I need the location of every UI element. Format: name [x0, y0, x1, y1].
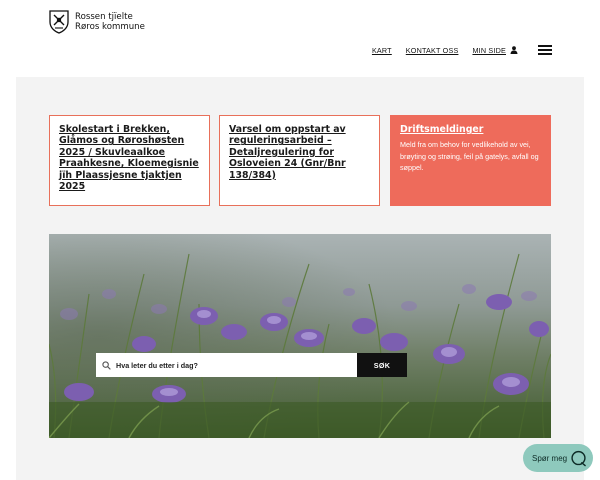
- search-button[interactable]: SØK: [357, 353, 407, 377]
- crest-icon: [49, 10, 69, 34]
- hero-image: [49, 234, 551, 438]
- logo-text: Rossen tjïelte Røros kommune: [75, 12, 145, 32]
- page: Rossen tjïelte Røros kommune KART KONTAK…: [0, 0, 600, 480]
- card-description: Meld fra om behov for vedlikehold av vei…: [400, 140, 539, 172]
- logo-line-2: Røros kommune: [75, 22, 145, 32]
- site-header: Rossen tjïelte Røros kommune KART KONTAK…: [0, 0, 600, 76]
- driftsmeldinger-card[interactable]: Driftsmeldinger Meld fra om behov for ve…: [390, 115, 551, 206]
- top-navigation: KART KONTAKT OSS MIN SIDE: [372, 45, 552, 55]
- menu-line: [538, 49, 552, 51]
- nav-kontakt-link[interactable]: KONTAKT OSS: [406, 46, 459, 55]
- chat-bubble-icon: [571, 450, 586, 466]
- news-card-regulering[interactable]: Varsel om oppstart av reguleringsarbeid …: [219, 115, 380, 206]
- flower-meadow-image: [49, 234, 551, 438]
- search-box: [96, 353, 357, 377]
- hamburger-menu-icon[interactable]: [538, 45, 552, 55]
- logo-line-1: Rossen tjïelte: [75, 12, 133, 22]
- chat-button[interactable]: Spør meg: [523, 444, 593, 472]
- chat-label: Spør meg: [532, 453, 568, 463]
- card-title: Skolestart i Brekken, Glåmos og Røroshøs…: [59, 124, 199, 193]
- card-title: Varsel om oppstart av reguleringsarbeid …: [229, 124, 346, 181]
- menu-line: [538, 45, 552, 47]
- search-icon: [102, 360, 111, 370]
- nav-kart-link[interactable]: KART: [372, 46, 392, 55]
- nav-minside-link[interactable]: MIN SIDE: [472, 46, 518, 55]
- logo-link[interactable]: Rossen tjïelte Røros kommune: [49, 10, 145, 34]
- news-card-skolestart[interactable]: Skolestart i Brekken, Glåmos og Røroshøs…: [49, 115, 210, 206]
- menu-line: [538, 53, 552, 55]
- nav-minside-label: MIN SIDE: [472, 45, 506, 55]
- card-title: Driftsmeldinger: [400, 124, 484, 135]
- search-input[interactable]: [116, 360, 336, 370]
- search-form: SØK: [96, 353, 407, 377]
- user-icon: [510, 46, 518, 54]
